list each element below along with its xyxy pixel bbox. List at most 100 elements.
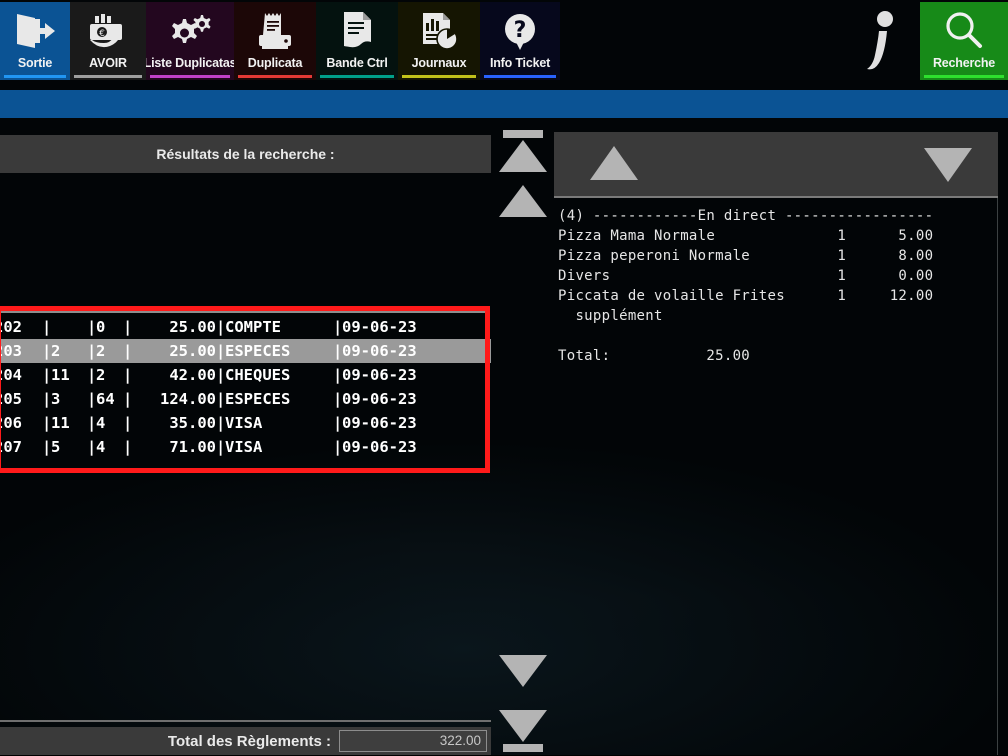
row-separator: | <box>123 366 133 384</box>
exit-door-icon <box>13 6 57 56</box>
row-separator: | <box>42 414 52 432</box>
row-date: 09-06-23 <box>342 342 417 360</box>
row-separator: | <box>333 414 343 432</box>
row-separator: | <box>216 366 226 384</box>
row-col-b: 0 <box>96 318 106 336</box>
toolbar-underline-recherche <box>924 75 1004 78</box>
toolbar-label-sortie: Sortie <box>17 56 53 70</box>
toolbar-button-info-ticket[interactable]: ? Info Ticket <box>480 2 560 80</box>
row-col-a: 2 <box>51 342 61 360</box>
receipt-scroll-up-icon[interactable] <box>590 146 638 180</box>
scroll-down-button[interactable] <box>499 655 547 701</box>
row-separator: | <box>216 342 226 360</box>
table-row[interactable]: 206|11|4|35.00|VISA|09-06-23 <box>0 411 491 435</box>
info-italic-i-icon[interactable] <box>856 6 904 78</box>
row-payment-mode: COMPTE <box>225 318 281 336</box>
results-divider <box>0 311 487 313</box>
row-date: 09-06-23 <box>342 414 417 432</box>
table-row[interactable]: 207|5|4|71.00|VISA|09-06-23 <box>0 435 491 459</box>
question-bubble-icon: ? <box>499 6 541 56</box>
table-row[interactable]: 203|2|2|25.00|ESPECES|09-06-23 <box>0 339 491 363</box>
scroll-last-icon <box>499 710 547 742</box>
row-number: 206 <box>0 414 22 432</box>
total-value-field[interactable]: 322.00 <box>339 730 487 752</box>
row-separator: | <box>333 390 343 408</box>
toolbar-button-avoir[interactable]: € AVOIR <box>70 2 146 80</box>
row-payment-mode: VISA <box>225 438 263 456</box>
table-row[interactable]: 204|11|2|42.00|CHEQUES|09-06-23 <box>0 363 491 387</box>
row-col-b: 4 <box>96 414 106 432</box>
row-number: 202 <box>0 318 22 336</box>
toolbar-underline-sortie <box>4 75 66 78</box>
row-separator: | <box>87 318 97 336</box>
toolbar-button-recherche[interactable]: Recherche <box>920 2 1008 80</box>
scroll-last-button[interactable] <box>499 710 547 756</box>
scroll-down-icon <box>499 655 547 687</box>
row-separator: | <box>123 390 133 408</box>
cash-refund-icon: € <box>87 6 129 56</box>
scroll-first-icon-bar <box>503 130 543 138</box>
row-separator: | <box>123 438 133 456</box>
main-toolbar: Sortie € AVOIR Liste Duplicatas Duplicat… <box>0 0 1008 82</box>
row-col-b: 64 <box>96 390 115 408</box>
toolbar-button-liste-duplicatas[interactable]: Liste Duplicatas <box>146 2 234 80</box>
row-col-b: 2 <box>96 342 106 360</box>
svg-text:€: € <box>99 29 105 39</box>
gears-icon <box>165 6 215 56</box>
receipt-printer-icon <box>254 6 296 56</box>
table-row[interactable]: 202||0|25.00|COMPTE|09-06-23 <box>0 315 491 339</box>
receipt-panel: (4) ------------En direct --------------… <box>554 132 998 755</box>
toolbar-underline-info-ticket <box>484 75 556 78</box>
row-amount: 42.00 <box>169 366 216 384</box>
toolbar-button-journaux[interactable]: Journaux <box>398 2 480 80</box>
toolbar-button-bande-ctrl[interactable]: Bande Ctrl <box>316 2 398 80</box>
row-separator: | <box>123 318 133 336</box>
row-separator: | <box>42 438 52 456</box>
row-separator: | <box>216 318 226 336</box>
results-table: 202||0|25.00|COMPTE|09-06-23203|2|2|25.0… <box>0 315 491 459</box>
toolbar-label-info-ticket: Info Ticket <box>489 56 551 70</box>
row-col-a: 11 <box>51 366 70 384</box>
scroll-up-button[interactable] <box>499 185 547 231</box>
receipt-scroll-down-icon[interactable] <box>924 148 972 182</box>
toolbar-underline-avoir <box>74 75 142 78</box>
toolbar-underline-liste-duplicatas <box>150 75 230 78</box>
scroll-last-icon-bar <box>503 744 543 752</box>
results-scroll-column <box>495 130 551 755</box>
receipt-text: (4) ------------En direct --------------… <box>558 208 934 364</box>
row-amount: 35.00 <box>169 414 216 432</box>
row-col-a: 3 <box>51 390 61 408</box>
status-strip <box>0 90 1008 118</box>
table-row[interactable]: 205|3|64|124.00|ESPECES|09-06-23 <box>0 387 491 411</box>
toolbar-button-sortie[interactable]: Sortie <box>0 2 70 80</box>
row-separator: | <box>87 414 97 432</box>
results-header-title: Résultats de la recherche : <box>156 146 335 162</box>
toolbar-label-recherche: Recherche <box>932 56 996 70</box>
toolbar-label-liste-duplicatas: Liste Duplicatas <box>146 56 234 70</box>
row-date: 09-06-23 <box>342 390 417 408</box>
row-col-b: 2 <box>96 366 106 384</box>
row-separator: | <box>123 342 133 360</box>
row-payment-mode: ESPECES <box>225 390 291 408</box>
row-amount: 25.00 <box>169 342 216 360</box>
row-separator: | <box>216 390 226 408</box>
toolbar-label-journaux: Journaux <box>411 56 467 70</box>
row-col-a: 5 <box>51 438 61 456</box>
row-payment-mode: CHEQUES <box>225 366 291 384</box>
toolbar-button-duplicata[interactable]: Duplicata <box>234 2 316 80</box>
row-payment-mode: ESPECES <box>225 342 291 360</box>
row-payment-mode: VISA <box>225 414 263 432</box>
scroll-first-button[interactable] <box>499 130 547 176</box>
scroll-first-icon <box>499 140 547 172</box>
row-separator: | <box>123 414 133 432</box>
total-label: Total des Règlements : <box>167 732 331 750</box>
row-separator: | <box>216 438 226 456</box>
row-date: 09-06-23 <box>342 438 417 456</box>
row-separator: | <box>333 318 343 336</box>
row-separator: | <box>42 318 52 336</box>
row-col-a: 11 <box>51 414 70 432</box>
row-separator: | <box>42 342 52 360</box>
row-separator: | <box>333 342 343 360</box>
row-date: 09-06-23 <box>342 318 417 336</box>
search-results-panel: Résultats de la recherche : 202||0|25.00… <box>0 135 491 735</box>
